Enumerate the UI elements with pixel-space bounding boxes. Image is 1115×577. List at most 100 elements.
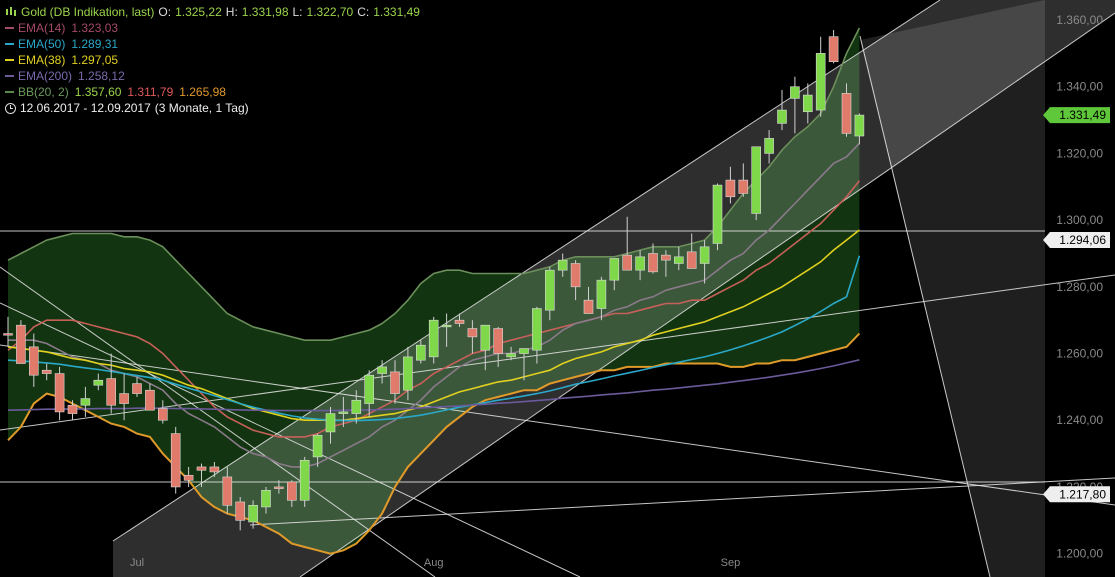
candle-body[interactable] [158,408,168,421]
candle-body[interactable] [196,466,207,471]
candle-body[interactable] [183,474,194,481]
candle-body[interactable] [609,258,620,281]
candle-body[interactable] [364,374,375,404]
legend-bb: BB(20, 2) 1.357,60 1.311,79 1.265,98 [5,84,420,100]
candle-body[interactable] [493,328,504,354]
y-tick-label: 1.240,00 [1056,413,1103,427]
candle-body[interactable] [751,146,762,214]
high-value: 1.331,98 [241,5,289,19]
candle-body[interactable] [28,346,39,376]
candle-body[interactable] [132,383,142,394]
candle-body[interactable] [544,269,555,311]
price-tag-label: 1.331,49 [1059,108,1106,122]
candle-icon [5,7,17,17]
candle-body[interactable] [725,179,736,198]
candle-body[interactable] [403,356,413,391]
candle-body[interactable] [815,53,826,111]
candle-body[interactable] [506,353,516,358]
candle-body[interactable] [854,114,865,137]
candle-body[interactable] [299,459,310,501]
candle-body[interactable] [222,476,233,506]
candle-body[interactable] [777,109,787,124]
ema14-swatch [5,27,14,29]
candle-body[interactable] [686,251,697,269]
y-tick-label: 1.320,00 [1056,146,1103,160]
symbol-label: Gold (DB Indikation, last) [21,5,155,19]
candle-body[interactable] [274,486,284,489]
candle-body[interactable] [415,344,426,361]
legend-ema14: EMA(14) 1.323,03 [5,20,420,36]
ema14-label: EMA(14) [18,21,66,35]
candle-body[interactable] [428,319,439,358]
ema38-value: 1.297,05 [71,53,119,67]
ema50-swatch [5,43,14,45]
candle-body[interactable] [3,333,13,336]
candle-body[interactable] [673,256,684,264]
candle-body[interactable] [454,319,465,324]
candle-body[interactable] [54,373,65,413]
candle-body[interactable] [41,369,52,374]
candle-body[interactable] [596,279,607,309]
bb-mid-value: 1.311,79 [127,85,174,99]
y-tick-label: 1.300,00 [1056,213,1103,227]
open-value: 1.325,22 [175,5,222,19]
candle-body[interactable] [661,254,671,261]
candle-body[interactable] [828,36,839,63]
candle-body[interactable] [338,411,349,414]
candle-body[interactable] [532,308,542,351]
candle-body[interactable] [557,259,568,271]
low-value: 1.322,70 [306,5,354,19]
candle-body[interactable] [235,501,245,521]
legend-ema50: EMA(50) 1.289,31 [5,36,420,52]
candle-body[interactable] [480,324,491,351]
ema50-value: 1.289,31 [71,37,119,51]
candle-body[interactable] [80,398,91,406]
bb-swatch [5,91,14,93]
candle-body[interactable] [16,324,26,364]
candle-body[interactable] [699,246,710,264]
candle-body[interactable] [622,254,633,271]
candle-body[interactable] [441,324,452,328]
candle-body[interactable] [712,184,723,244]
candle-body[interactable] [738,179,749,194]
candle-body[interactable] [209,466,220,473]
low-label: L: [292,5,303,19]
candle-body[interactable] [764,138,774,154]
ema200-label: EMA(200) [18,69,73,83]
candle-body[interactable] [583,299,594,314]
y-tick-label: 1.360,00 [1056,13,1103,27]
bb-label: BB(20, 2) [18,85,69,99]
y-tick-label: 1.260,00 [1056,347,1103,361]
candle-body[interactable] [519,348,529,354]
candle-body[interactable] [648,253,658,273]
candle-body[interactable] [286,481,297,501]
candle-body[interactable] [119,393,129,404]
candle-body[interactable] [790,86,800,99]
x-tick-label: Sep [721,557,741,569]
high-label: H: [225,5,238,19]
candle-body[interactable] [248,504,258,523]
candle-body[interactable] [377,366,387,374]
candle-body[interactable] [570,263,581,288]
candle-body[interactable] [325,413,336,433]
price-tag-label: 1.217,80 [1059,487,1106,501]
date-range-detail: (3 Monate, 1 Tag) [154,101,249,115]
candle-body[interactable] [467,328,478,338]
candle-body[interactable] [312,434,323,458]
candle-body[interactable] [841,93,852,134]
candle-body[interactable] [67,404,78,414]
date-range: 12.06.2017 - 12.09.2017 [20,101,151,115]
candle-body[interactable] [261,489,271,508]
candle-body[interactable] [170,433,181,488]
candle-body[interactable] [106,378,116,406]
candle-body[interactable] [145,389,155,411]
candle-body[interactable] [635,256,645,271]
candle-body[interactable] [351,399,362,414]
candle-body[interactable] [390,371,400,394]
candle-body[interactable] [93,379,104,386]
x-tick-label: Jul [130,557,144,569]
candle-body[interactable] [802,94,813,113]
chart-frame: 1.200,001.220,001.240,001.260,001.280,00… [0,0,1115,577]
legend-range: 12.06.2017 - 12.09.2017 (3 Monate, 1 Tag… [5,100,420,116]
legend-ema38: EMA(38) 1.297,05 [5,52,420,68]
